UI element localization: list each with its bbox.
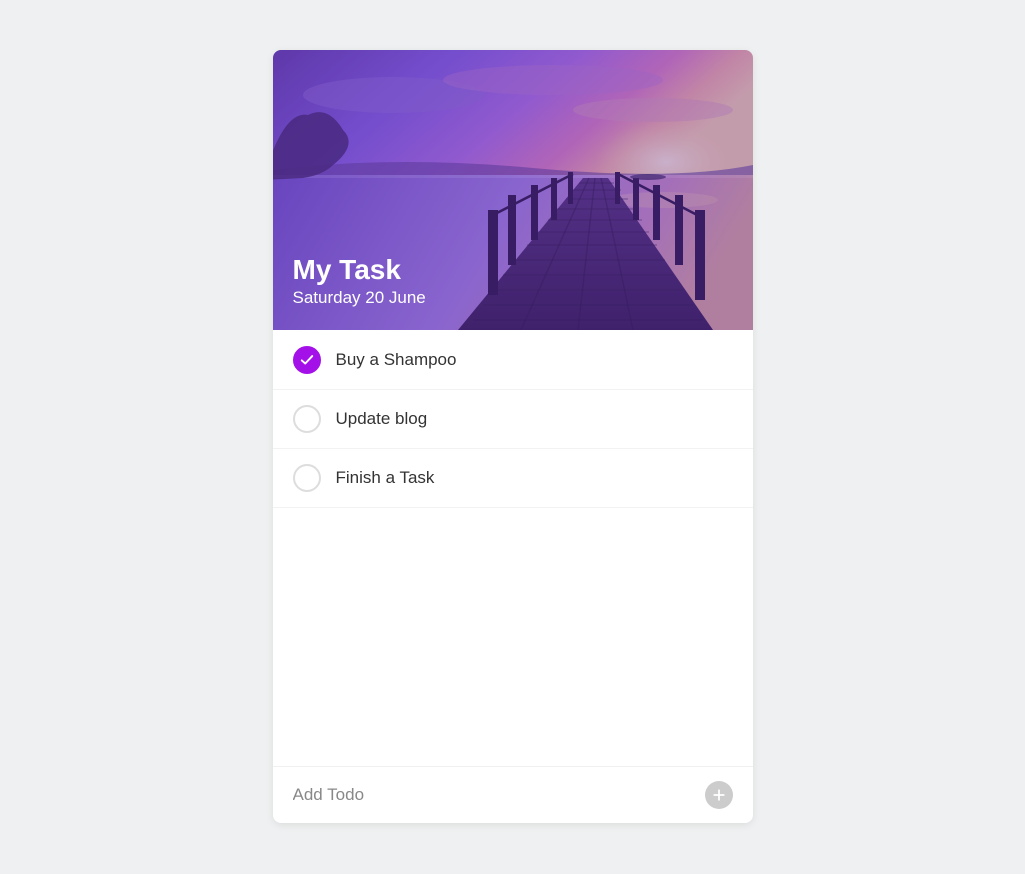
task-item[interactable]: Finish a Task	[273, 449, 753, 508]
task-label: Buy a Shampoo	[336, 350, 457, 370]
header-image: My Task Saturday 20 June	[273, 50, 753, 330]
add-todo-footer	[273, 766, 753, 823]
plus-icon	[712, 788, 726, 802]
page-title: My Task	[293, 254, 426, 286]
task-item[interactable]: Buy a Shampoo	[273, 330, 753, 390]
task-checkbox-checked[interactable]	[293, 346, 321, 374]
task-card: My Task Saturday 20 June Buy a Shampoo U…	[273, 50, 753, 823]
task-checkbox-unchecked[interactable]	[293, 405, 321, 433]
task-list: Buy a Shampoo Update blog Finish a Task	[273, 330, 753, 766]
task-label: Update blog	[336, 409, 428, 429]
task-checkbox-unchecked[interactable]	[293, 464, 321, 492]
header-text: My Task Saturday 20 June	[293, 254, 426, 308]
task-item[interactable]: Update blog	[273, 390, 753, 449]
add-todo-button[interactable]	[705, 781, 733, 809]
check-icon	[300, 353, 314, 367]
page-date: Saturday 20 June	[293, 288, 426, 308]
add-todo-input[interactable]	[293, 785, 705, 805]
task-label: Finish a Task	[336, 468, 435, 488]
